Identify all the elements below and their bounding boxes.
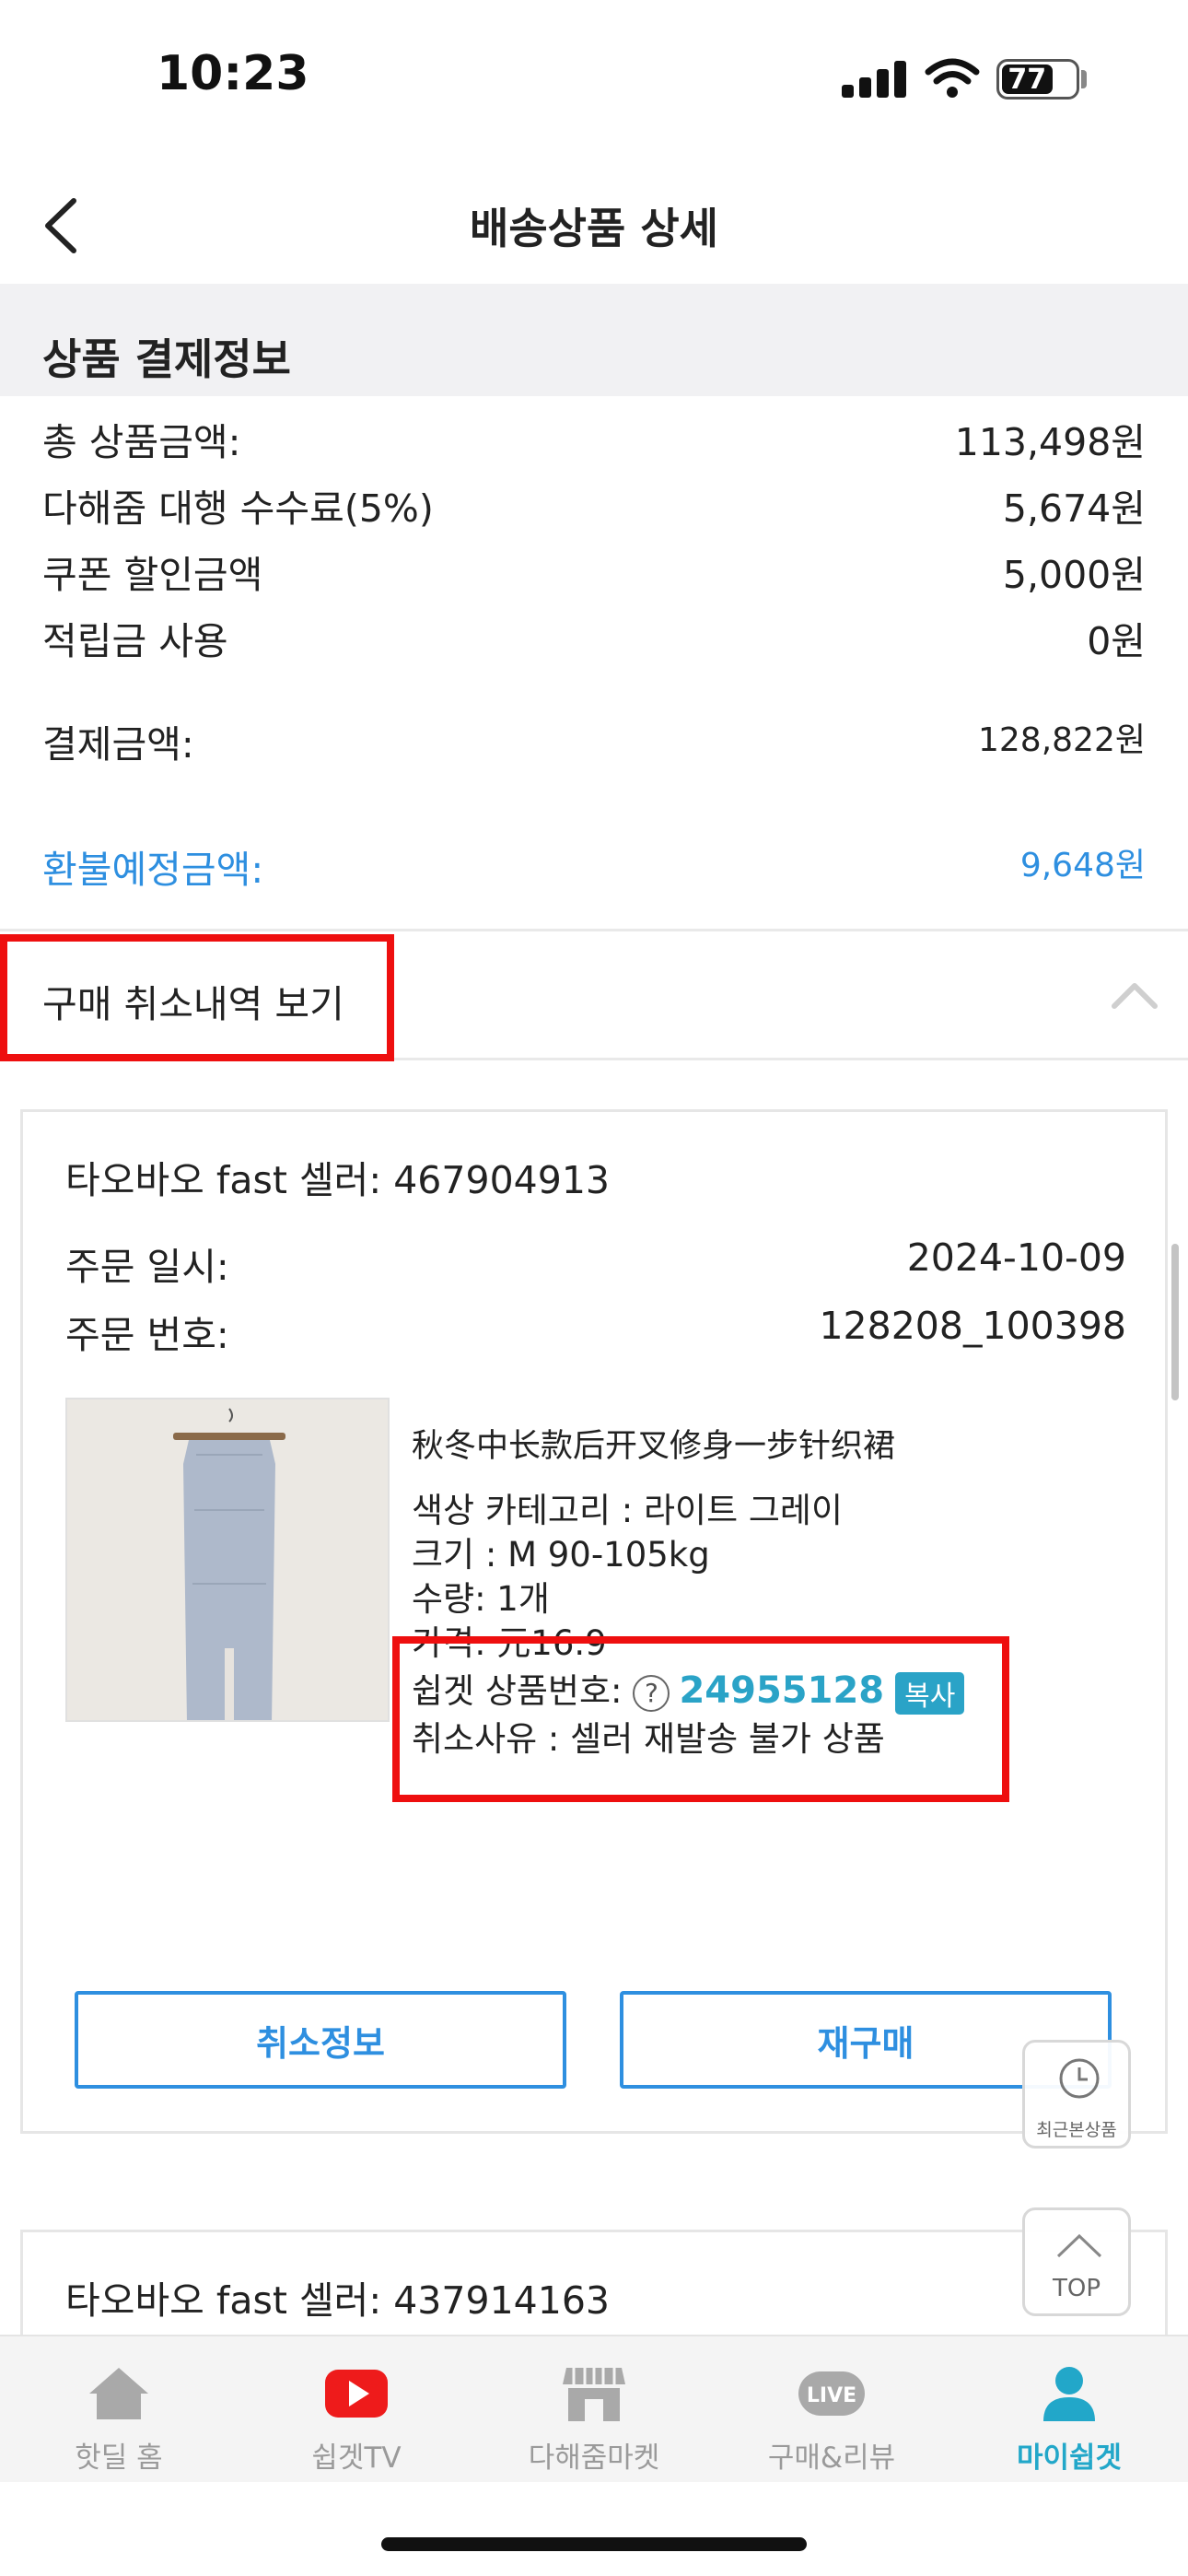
store-icon — [563, 2368, 625, 2421]
payment-value: 113,498원 — [954, 420, 1146, 464]
payment-label: 총 상품금액: — [42, 420, 241, 464]
order-date-label: 주문 일시: — [65, 1245, 229, 1289]
home-indicator — [381, 2537, 807, 2551]
payment-section-title: 상품 결제정보 — [42, 334, 291, 384]
product-image[interactable] — [65, 1398, 390, 1722]
product-size: 크기 : M 90-105kg — [412, 1535, 710, 1575]
payment-section-header: 상품 결제정보 — [0, 284, 1188, 396]
payment-row-coupon: 쿠폰 할인금액 5,000원 — [42, 544, 1146, 599]
clock-icon — [1059, 2058, 1100, 2099]
recent-products-label: 최근본상품 — [1036, 2120, 1117, 2140]
scrollbar[interactable] — [1171, 1244, 1179, 1400]
product-name: 秋冬中长款后开叉修身一步针织裙 — [412, 1428, 896, 1465]
cancelled-order-card: 타오바오 fast 셀러: 467904913 주문 일시: 2024-10-0… — [20, 1109, 1168, 2134]
scroll-top-label: TOP — [1052, 2275, 1101, 2302]
highlight-box-product-code — [392, 1636, 1009, 1802]
order-number-value: 128208_100398 — [819, 1304, 1126, 1348]
cancel-info-button[interactable]: 취소정보 — [75, 1991, 566, 2089]
seller-info: 타오바오 fast 셀러: 437914163 — [65, 2278, 610, 2323]
battery-icon: 77 — [996, 59, 1079, 100]
order-date-row: 주문 일시: 2024-10-09 — [65, 1235, 1126, 1291]
payment-row-fee: 다해줌 대행 수수료(5%) 5,674원 — [42, 477, 1146, 533]
order-number-row: 주문 번호: 128208_100398 — [65, 1304, 1126, 1359]
cellular-signal-icon — [842, 61, 908, 98]
tab-purchase-review[interactable]: LIVE 구매&리뷰 — [713, 2336, 950, 2484]
payment-value: 5,000원 — [1002, 553, 1146, 597]
seller-info: 타오바오 fast 셀러: 467904913 — [65, 1158, 610, 1202]
status-time: 10:23 — [157, 46, 309, 101]
tab-my-shipget[interactable]: 마이쉽겟 — [950, 2336, 1188, 2484]
payment-value: 0원 — [1087, 619, 1146, 663]
order-date-value: 2024-10-09 — [906, 1235, 1126, 1280]
tab-hotdeal-home[interactable]: 핫딜 홈 — [0, 2336, 238, 2484]
skirt-image — [67, 1399, 388, 1720]
payment-row-refund: 환불예정금액: 9,648원 — [42, 838, 1146, 894]
recent-products-button[interactable]: 최근본상품 — [1022, 2040, 1131, 2149]
chevron-up-icon — [1056, 2233, 1102, 2258]
tab-label: 다해줌마켓 — [528, 2441, 660, 2475]
tab-shipget-tv[interactable]: 쉽겟TV — [238, 2336, 475, 2484]
tab-label: 마이쉽겟 — [1016, 2441, 1123, 2475]
payment-row-total-product: 총 상품금액: 113,498원 — [42, 411, 1146, 466]
tab-label: 쉽겟TV — [311, 2441, 402, 2475]
order-number-label: 주문 번호: — [65, 1313, 229, 1357]
payment-total-label: 결제금액: — [42, 722, 194, 767]
refund-label: 환불예정금액: — [42, 848, 264, 892]
status-bar: 10:23 77 — [0, 0, 1188, 157]
live-icon: LIVE — [798, 2371, 865, 2416]
page-title: 배송상품 상세 — [470, 204, 718, 253]
chevron-up-icon[interactable] — [1111, 980, 1159, 1010]
wifi-icon — [925, 58, 980, 98]
product-color: 색상 카테고리 : 라이트 그레이 — [412, 1491, 843, 1530]
payment-row-total: 결제금액: 128,822원 — [42, 713, 1146, 768]
payment-label: 다해줌 대행 수수료(5%) — [42, 486, 434, 531]
payment-value: 5,674원 — [1002, 486, 1146, 531]
tab-label: 구매&리뷰 — [767, 2441, 896, 2475]
top-header: 배송상품 상세 — [0, 157, 1188, 286]
tab-label: 핫딜 홈 — [75, 2441, 163, 2475]
live-badge-text: LIVE — [807, 2384, 856, 2407]
home-icon — [89, 2368, 148, 2419]
refund-value: 9,648원 — [1019, 847, 1146, 884]
payment-row-points: 적립금 사용 0원 — [42, 610, 1146, 665]
bottom-tab-bar: 핫딜 홈 쉽겟TV 다해줌마켓 LIVE 구매&리뷰 마이쉽겟 — [0, 2335, 1188, 2482]
scroll-top-button[interactable]: TOP — [1022, 2207, 1131, 2316]
battery-cap — [1081, 70, 1087, 88]
person-icon — [1043, 2367, 1095, 2421]
youtube-icon — [325, 2370, 388, 2418]
highlight-box-cancel-history — [0, 934, 394, 1061]
payment-label: 쿠폰 할인금액 — [42, 553, 263, 597]
payment-total-value: 128,822원 — [978, 721, 1146, 759]
tab-dahaejum-market[interactable]: 다해줌마켓 — [475, 2336, 713, 2484]
product-quantity: 수량: 1개 — [412, 1579, 550, 1619]
battery-level: 77 — [1007, 63, 1047, 96]
payment-label: 적립금 사용 — [42, 619, 228, 663]
